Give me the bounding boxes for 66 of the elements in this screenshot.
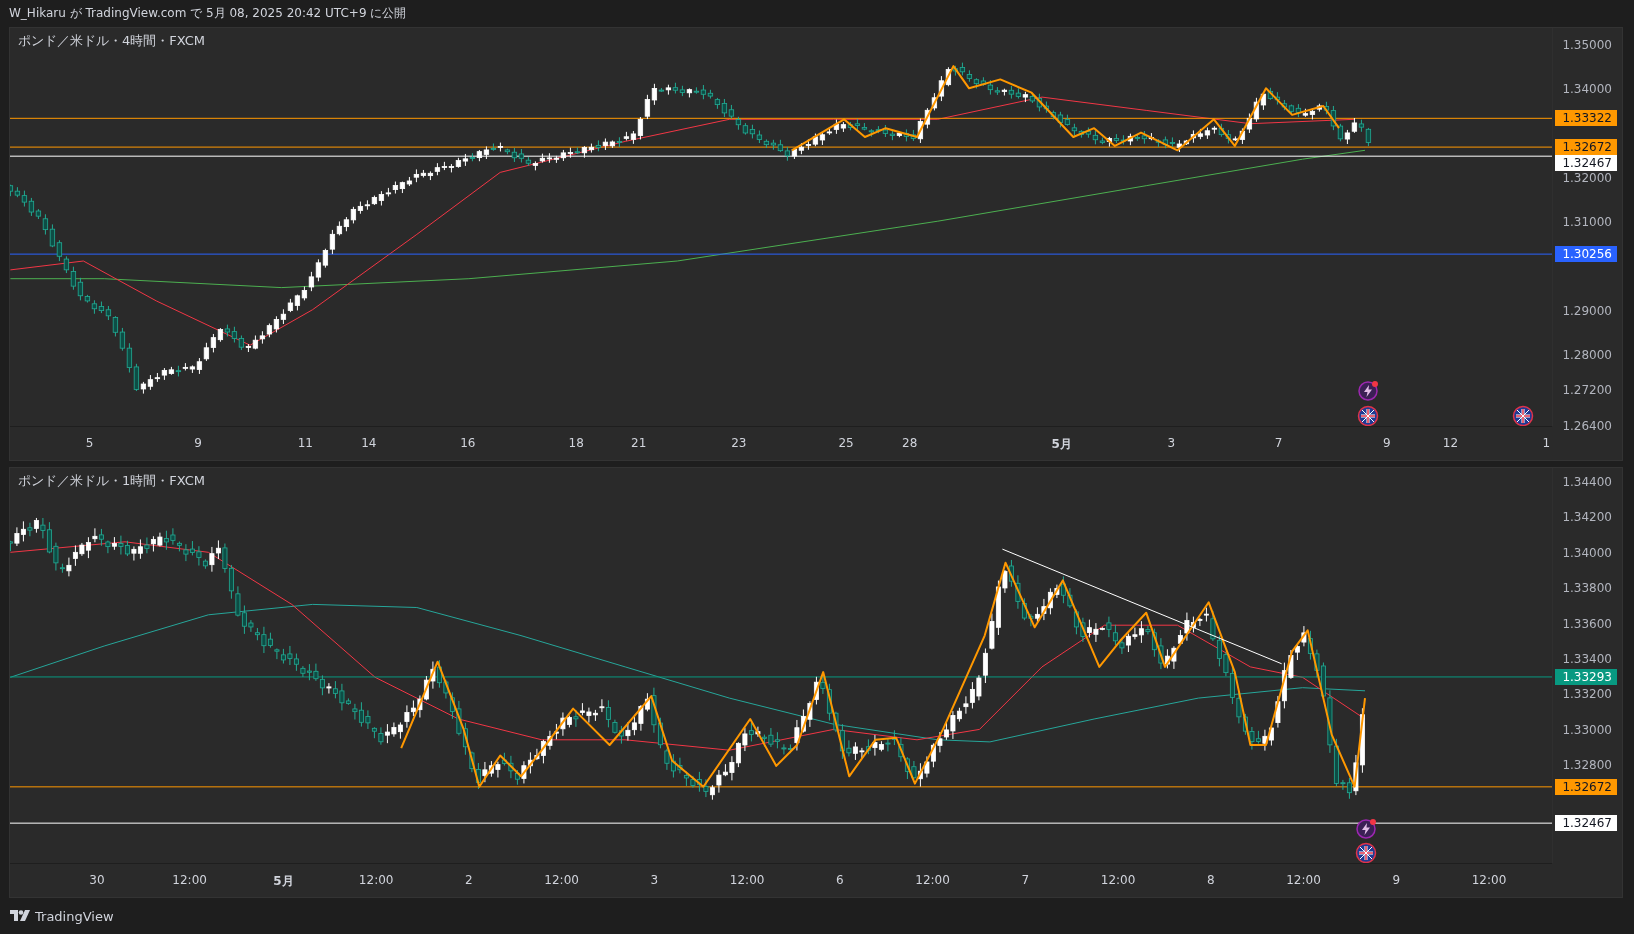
time-label: 23: [731, 436, 747, 450]
price-tick: 1.26400: [1562, 419, 1612, 432]
price-label: 1.32672: [1555, 139, 1617, 156]
time-label: 28: [902, 436, 918, 450]
time-label: 16: [460, 436, 476, 450]
price-tick: 1.33400: [1562, 653, 1612, 665]
time-label: 12:00: [729, 873, 765, 887]
price-tick: 1.31000: [1562, 216, 1612, 229]
brand-name: TradingView: [35, 908, 114, 924]
price-tick: 1.27200: [1562, 384, 1612, 397]
price-tick: 1.34000: [1562, 546, 1612, 559]
lightning-icon[interactable]: [1355, 818, 1378, 841]
price-tick: 1.33600: [1562, 617, 1612, 630]
price-tick: 1.33000: [1562, 723, 1612, 736]
price-tick: 1.32000: [1562, 171, 1612, 184]
lightning-icon[interactable]: [1357, 379, 1380, 402]
time-label: 12:00: [544, 873, 579, 887]
time-label: 14: [361, 436, 377, 450]
price-tick: 1.28000: [1562, 349, 1612, 361]
time-label: 9: [1392, 873, 1401, 887]
time-label: 21: [631, 436, 647, 450]
time-label: 12: [1442, 436, 1459, 450]
time-label: 1: [1542, 436, 1551, 450]
time-label: 3: [1167, 436, 1175, 450]
time-label: 9: [1383, 436, 1391, 450]
flag-icon[interactable]: [1357, 404, 1380, 426]
time-label: 7: [1274, 436, 1283, 450]
price-label: 1.32672: [1555, 778, 1617, 795]
time-label: 12:00: [1286, 873, 1321, 887]
time-label: 7: [1021, 873, 1030, 887]
time-label: 2: [465, 873, 473, 887]
time-label: 12:00: [1100, 873, 1136, 887]
flag-icon[interactable]: [1512, 404, 1535, 426]
price-tick: 1.29000: [1562, 304, 1612, 317]
price-tick: 1.35000: [1562, 39, 1612, 51]
time-label: 12:00: [358, 873, 394, 887]
time-label: 6: [836, 873, 844, 887]
publish-info: W_Hikaru が TradingView.com で 5月 08, 2025 20:42 UTC+9 に公開: [9, 5, 407, 22]
time-label: 5月: [1051, 436, 1072, 453]
pane-title: ポンド／米ドル・4時間・FXCM: [18, 32, 205, 50]
time-label: 12:00: [1471, 873, 1507, 887]
pane-title: ポンド／米ドル・1時間・FXCM: [18, 472, 205, 490]
price-label: 1.32467: [1555, 815, 1617, 832]
time-label: 5: [85, 436, 94, 450]
logo-icon: [10, 910, 30, 922]
price-tick: 1.32800: [1562, 759, 1612, 772]
price-label: 1.30256: [1555, 246, 1617, 263]
price-tick: 1.33800: [1562, 582, 1612, 595]
time-label: 12:00: [172, 873, 207, 887]
time-label: 12:00: [915, 873, 950, 887]
time-label: 25: [838, 436, 854, 450]
price-tick: 1.34400: [1562, 476, 1612, 488]
price-tick: 1.33200: [1562, 688, 1612, 701]
flag-icon[interactable]: [1355, 842, 1378, 863]
time-label: 11: [297, 436, 313, 450]
time-label: 8: [1207, 873, 1215, 887]
time-label: 18: [568, 436, 584, 450]
price-label: 1.32467: [1555, 155, 1617, 172]
price-label: 1.33322: [1555, 110, 1617, 127]
price-label: 1.33293: [1555, 668, 1617, 685]
price-tick: 1.34000: [1562, 83, 1612, 96]
time-label: 30: [89, 873, 105, 887]
time-label: 3: [650, 873, 659, 887]
time-label: 9: [194, 436, 202, 450]
price-tick: 1.34200: [1562, 511, 1612, 524]
time-label: 5月: [273, 873, 294, 890]
